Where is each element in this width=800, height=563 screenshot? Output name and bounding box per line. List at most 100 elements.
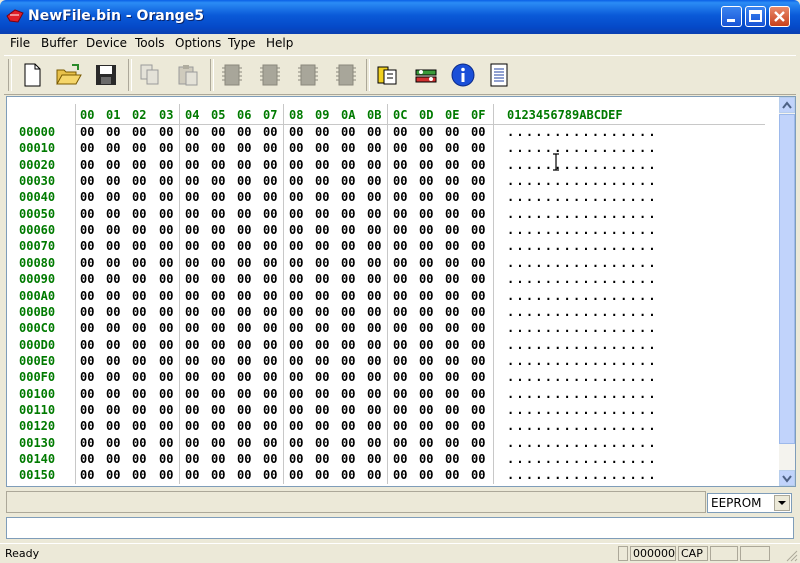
hex-byte[interactable]: 00	[393, 468, 407, 482]
hex-byte[interactable]: 00	[471, 403, 485, 417]
hex-byte[interactable]: 00	[237, 436, 251, 450]
hex-byte[interactable]: 00	[471, 174, 485, 188]
hex-byte[interactable]: 00	[393, 305, 407, 319]
hex-byte[interactable]: 00	[289, 289, 303, 303]
hex-byte[interactable]: 00	[315, 419, 329, 433]
hex-byte[interactable]: 00	[471, 190, 485, 204]
hex-byte[interactable]: 00	[315, 436, 329, 450]
hex-byte[interactable]: 00	[106, 354, 120, 368]
menu-help[interactable]: Help	[266, 36, 293, 50]
hex-byte[interactable]: 00	[445, 305, 459, 319]
hex-byte[interactable]: 00	[185, 354, 199, 368]
hex-byte[interactable]: 00	[211, 272, 225, 286]
hex-byte[interactable]: 00	[211, 452, 225, 466]
ascii-cell[interactable]: ................	[507, 403, 658, 417]
hex-byte[interactable]: 00	[341, 174, 355, 188]
ascii-cell[interactable]: ................	[507, 436, 658, 450]
hex-byte[interactable]: 00	[445, 387, 459, 401]
hex-byte[interactable]: 00	[106, 403, 120, 417]
hex-byte[interactable]: 00	[393, 452, 407, 466]
hex-byte[interactable]: 00	[80, 239, 94, 253]
menu-type[interactable]: Type	[228, 36, 256, 50]
menu-file[interactable]: File	[10, 36, 30, 50]
hex-byte[interactable]: 00	[80, 354, 94, 368]
hex-byte[interactable]: 00	[393, 256, 407, 270]
hex-byte[interactable]: 00	[263, 141, 277, 155]
hex-byte[interactable]: 00	[185, 305, 199, 319]
hex-byte[interactable]: 00	[80, 207, 94, 221]
ascii-cell[interactable]: ................	[507, 305, 658, 319]
hex-byte[interactable]: 00	[132, 223, 146, 237]
hex-byte[interactable]: 00	[132, 468, 146, 482]
hex-byte[interactable]: 00	[445, 370, 459, 384]
hex-byte[interactable]: 00	[263, 158, 277, 172]
hex-byte[interactable]: 00	[341, 256, 355, 270]
hex-byte[interactable]: 00	[132, 272, 146, 286]
hex-byte[interactable]: 00	[263, 419, 277, 433]
hex-byte[interactable]: 00	[185, 419, 199, 433]
hex-byte[interactable]: 00	[315, 272, 329, 286]
hex-byte[interactable]: 00	[237, 289, 251, 303]
hex-byte[interactable]: 00	[289, 239, 303, 253]
vertical-scrollbar[interactable]	[779, 97, 795, 486]
hex-byte[interactable]: 00	[393, 419, 407, 433]
hex-byte[interactable]: 00	[185, 436, 199, 450]
hex-byte[interactable]: 00	[445, 338, 459, 352]
hex-byte[interactable]: 00	[263, 223, 277, 237]
hex-byte[interactable]: 00	[159, 174, 173, 188]
dropdown-button[interactable]	[774, 495, 790, 511]
hex-byte[interactable]: 00	[419, 239, 433, 253]
open-button[interactable]	[54, 61, 82, 89]
chip-verify-button[interactable]	[294, 61, 322, 89]
ascii-cell[interactable]: ................	[507, 387, 658, 401]
hex-byte[interactable]: 00	[471, 305, 485, 319]
hex-byte[interactable]: 00	[132, 239, 146, 253]
hex-byte[interactable]: 00	[471, 141, 485, 155]
hex-byte[interactable]: 00	[159, 158, 173, 172]
hex-byte[interactable]: 00	[106, 141, 120, 155]
hex-byte[interactable]: 00	[80, 190, 94, 204]
hex-byte[interactable]: 00	[419, 370, 433, 384]
hex-byte[interactable]: 00	[419, 452, 433, 466]
hex-byte[interactable]: 00	[237, 174, 251, 188]
hex-byte[interactable]: 00	[315, 403, 329, 417]
hex-byte[interactable]: 00	[289, 452, 303, 466]
title-bar[interactable]: NewFile.bin - Orange5	[0, 0, 800, 34]
hex-byte[interactable]: 00	[445, 468, 459, 482]
chip-erase-button[interactable]	[332, 61, 360, 89]
hex-byte[interactable]: 00	[80, 387, 94, 401]
hex-byte[interactable]: 00	[341, 403, 355, 417]
hex-byte[interactable]: 00	[80, 436, 94, 450]
hex-byte[interactable]: 00	[237, 403, 251, 417]
hex-byte[interactable]: 00	[367, 354, 381, 368]
hex-byte[interactable]: 00	[263, 239, 277, 253]
hex-byte[interactable]: 00	[393, 403, 407, 417]
hex-byte[interactable]: 00	[185, 158, 199, 172]
hex-byte[interactable]: 00	[393, 141, 407, 155]
ascii-cell[interactable]: ................	[507, 354, 658, 368]
hex-byte[interactable]: 00	[341, 158, 355, 172]
hex-byte[interactable]: 00	[393, 387, 407, 401]
hex-byte[interactable]: 00	[315, 338, 329, 352]
hex-byte[interactable]: 00	[315, 256, 329, 270]
hex-byte[interactable]: 00	[445, 452, 459, 466]
hex-byte[interactable]: 00	[263, 403, 277, 417]
hex-byte[interactable]: 00	[237, 223, 251, 237]
save-button[interactable]	[92, 61, 120, 89]
hex-grid[interactable]: 00 01 02 03 04 05 06 07 08 09 0A 0B 0C 0D 0E 0F 01234567…	[7, 97, 779, 486]
hex-byte[interactable]: 00	[393, 272, 407, 286]
hex-byte[interactable]: 00	[289, 419, 303, 433]
hex-byte[interactable]: 00	[185, 338, 199, 352]
hex-byte[interactable]: 00	[211, 403, 225, 417]
hex-byte[interactable]: 00	[445, 239, 459, 253]
hex-byte[interactable]: 00	[367, 158, 381, 172]
hex-byte[interactable]: 00	[263, 321, 277, 335]
hex-byte[interactable]: 00	[185, 125, 199, 139]
hex-byte[interactable]: 00	[132, 321, 146, 335]
hex-byte[interactable]: 00	[185, 289, 199, 303]
ascii-cell[interactable]: ................	[507, 158, 658, 172]
hex-byte[interactable]: 00	[237, 370, 251, 384]
hex-byte[interactable]: 00	[80, 223, 94, 237]
hex-byte[interactable]: 00	[211, 289, 225, 303]
hex-byte[interactable]: 00	[211, 436, 225, 450]
